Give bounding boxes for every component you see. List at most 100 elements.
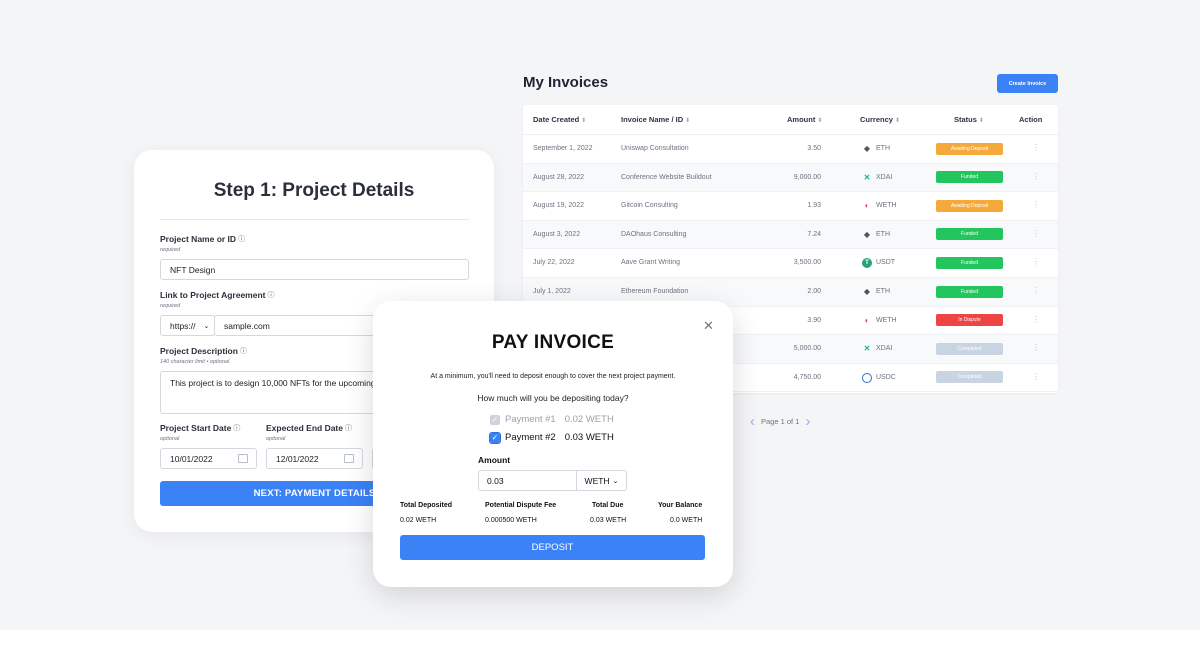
more-options-icon[interactable]: ⋮ (1032, 257, 1040, 266)
create-invoice-button[interactable]: Create Invoice (997, 74, 1058, 93)
end-date-hint: optional (266, 436, 286, 442)
column-header-date[interactable]: Date Created ⬍ (533, 115, 586, 124)
sort-icon[interactable]: ⬍ (817, 118, 822, 124)
amount-input[interactable]: 0.03 (479, 471, 577, 490)
sort-icon[interactable]: ⬍ (979, 118, 984, 124)
status-badge: Awaiting Deposit (936, 199, 1003, 212)
dispute-fee-label: Potential Dispute Fee (485, 502, 557, 509)
total-due-label: Total Due (592, 502, 624, 509)
project-name-label: Project Name or ID ⓘ (160, 234, 246, 244)
sort-icon[interactable]: ⬍ (895, 118, 900, 124)
divider (160, 219, 469, 220)
weth-icon: ◐ (864, 315, 870, 325)
payment-1-checkbox[interactable]: ✓ Payment #1 0.02 WETH (490, 414, 614, 425)
step-title: Step 1: Project Details (213, 180, 415, 201)
more-options-icon[interactable]: ⋮ (1032, 200, 1040, 209)
pay-invoice-modal: ✕ PAY INVOICE At a minimum, you'll need … (373, 301, 733, 587)
more-options-icon[interactable]: ⋮ (1032, 286, 1040, 295)
your-balance-value: 0.0 WETH (670, 517, 703, 524)
status-badge: Completed (936, 371, 1003, 384)
more-options-icon[interactable]: ⋮ (1032, 315, 1040, 324)
project-name-input[interactable]: NFT Design (160, 259, 469, 280)
pagination: ‹ Page 1 of 1 › (750, 414, 810, 429)
row-invoice-name: Ethereum Foundation (621, 288, 689, 295)
invoices-title: My Invoices (523, 74, 609, 91)
info-icon[interactable]: ⓘ (267, 292, 274, 299)
sort-icon[interactable]: ⬍ (581, 118, 586, 124)
row-currency: ETH (876, 145, 890, 152)
close-icon[interactable]: ✕ (703, 319, 714, 332)
payment-2-checkbox[interactable]: ✓ Payment #2 0.03 WETH (489, 431, 614, 444)
checkmark-icon: ✓ (489, 431, 501, 444)
row-amount: 5,000.00 (793, 345, 821, 353)
status-badge: In Dispute (936, 314, 1003, 327)
xdai-icon: ✕ (863, 344, 871, 354)
row-currency: WETH (876, 316, 897, 324)
agreement-hint: required (160, 303, 181, 309)
chevron-down-icon: ⌄ (203, 322, 210, 330)
next-page-icon[interactable]: › (805, 414, 810, 429)
total-deposited-value: 0.02 WETH (400, 517, 437, 524)
info-icon[interactable]: ⓘ (345, 425, 352, 432)
info-icon[interactable]: ⓘ (240, 348, 247, 355)
row-invoice-name: Uniswap Consultation (621, 145, 689, 152)
column-header-status[interactable]: Status ⬍ (954, 115, 984, 124)
row-currency: USDT (876, 259, 896, 267)
table-row[interactable]: August 19, 2022 Gitcoin Consulting 1.93 ◐ WE… (523, 192, 1058, 221)
payment-1-amount: 0.02 WETH (564, 414, 614, 425)
description-hint: 140 character limit • optional (160, 359, 230, 365)
row-amount: 2.00 (807, 288, 821, 295)
info-icon[interactable]: ⓘ (238, 236, 245, 243)
payment-2-label: Payment #2 (505, 432, 556, 443)
row-invoice-name: Gitcoin Consulting (621, 202, 678, 210)
more-options-icon[interactable]: ⋮ (1032, 343, 1040, 352)
eth-icon: ◆ (863, 144, 871, 153)
previous-page-icon[interactable]: ‹ (750, 414, 755, 429)
row-date: August 19, 2022 (533, 202, 584, 210)
more-options-icon[interactable]: ⋮ (1032, 372, 1040, 381)
payment-2-amount: 0.03 WETH (564, 432, 614, 443)
status-badge: Funded (936, 228, 1003, 241)
column-header-action: Action (1019, 115, 1043, 124)
status-badge: Funded (936, 256, 1003, 269)
status-badge: Awaiting Deposit (936, 142, 1003, 155)
page-indicator: Page 1 of 1 (761, 417, 800, 426)
deposit-note: At a minimum, you'll need to deposit eno… (430, 373, 676, 380)
column-header-currency[interactable]: Currency ⬍ (860, 115, 900, 124)
calendar-icon[interactable] (344, 454, 354, 463)
row-date: July 1, 2022 (533, 288, 571, 295)
calendar-icon[interactable] (238, 454, 248, 463)
weth-icon: ◐ (864, 201, 870, 211)
more-options-icon[interactable]: ⋮ (1032, 143, 1040, 152)
column-header-amount[interactable]: Amount ⬍ (787, 115, 822, 124)
protocol-select[interactable]: https://⌄ (160, 315, 215, 336)
project-name-hint: required (160, 247, 181, 253)
table-row[interactable]: August 3, 2022 DAOhaus Consulting 7.24 ◆ ETH… (523, 220, 1058, 250)
table-row[interactable]: July 22, 2022 Aave Grant Writing 3,500.00 T… (523, 249, 1058, 278)
token-select[interactable]: WETH ⌄ (577, 471, 626, 490)
description-label: Project Description ⓘ (160, 346, 247, 356)
total-deposited-label: Total Deposited (400, 502, 452, 509)
amount-label: Amount (478, 455, 511, 465)
end-date-input[interactable]: 12/01/2022 (266, 448, 363, 469)
row-amount: 3,500.00 (793, 259, 821, 267)
table-row[interactable]: September 1, 2022 Uniswap Consultation 3.5… (523, 135, 1058, 164)
row-amount: 9,000.00 (793, 173, 821, 181)
more-options-icon[interactable]: ⋮ (1032, 229, 1040, 238)
sort-icon[interactable]: ⬍ (685, 118, 690, 124)
column-header-name[interactable]: Invoice Name / ID ⬍ (621, 115, 690, 124)
more-options-icon[interactable]: ⋮ (1032, 172, 1040, 181)
row-date: August 28, 2022 (533, 173, 584, 181)
row-invoice-name: Aave Grant Writing (621, 259, 681, 267)
deposit-button[interactable]: DEPOSIT (400, 535, 705, 560)
usdt-icon: T (862, 258, 872, 269)
row-amount: 7.24 (807, 230, 821, 238)
info-icon[interactable]: ⓘ (233, 425, 240, 432)
end-date-label: Expected End Date ⓘ (266, 423, 352, 433)
row-invoice-name: DAOhaus Consulting (621, 230, 687, 238)
row-date: July 22, 2022 (533, 259, 575, 267)
table-row[interactable]: August 28, 2022 Conference Website Buildo… (523, 163, 1058, 193)
row-amount: 4,750.00 (793, 373, 821, 381)
start-date-input[interactable]: 10/01/2022 (160, 448, 257, 469)
invoices-table-header: Date Created ⬍ Invoice Name / ID ⬍ Amount ⬍… (523, 105, 1058, 135)
